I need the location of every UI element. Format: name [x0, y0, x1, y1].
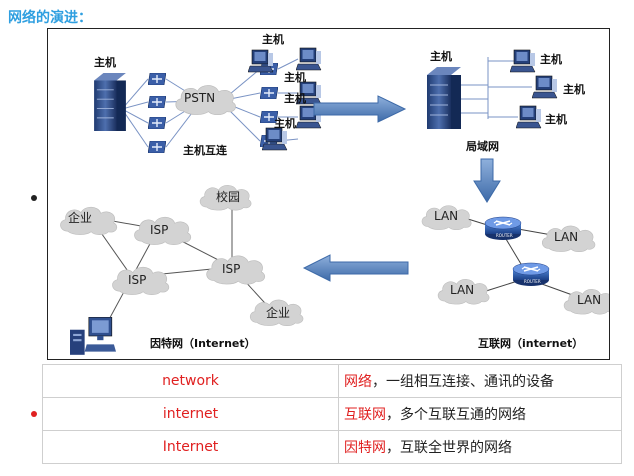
- isp-label: ISP: [128, 273, 146, 287]
- campus-label: 校园: [216, 189, 240, 204]
- description-text: ，多个互联互通的网络: [386, 407, 526, 423]
- description-cell: 网络，一组相互连接、通讯的设备: [338, 364, 622, 398]
- computer-icon: [296, 47, 322, 71]
- switch-icon: [148, 96, 166, 108]
- computer-icon: [248, 49, 274, 73]
- highlight-text: 因特网: [344, 440, 386, 456]
- host-label: 主机: [540, 52, 562, 66]
- switch-icon: [148, 73, 166, 85]
- lan-label: LAN: [554, 230, 578, 244]
- host-label: 主机: [274, 116, 296, 130]
- term-cell: Internet: [42, 430, 339, 464]
- switch-icon: [148, 141, 166, 153]
- lan-area-label: 局域网: [465, 139, 499, 153]
- host-label: 主机: [430, 49, 452, 63]
- switch-icon: [260, 87, 278, 99]
- description-cell: 互联网，多个互联互通的网络: [338, 397, 622, 431]
- highlight-text: 网络: [344, 374, 372, 390]
- table-row: internet 互联网，多个互联互通的网络: [42, 397, 622, 431]
- host-label: 主机: [262, 32, 284, 46]
- table-row: Internet 因特网，互联全世界的网络: [42, 430, 622, 464]
- lan-label: LAN: [450, 283, 474, 297]
- host-label: 主机: [284, 91, 306, 105]
- workstation-icon: [70, 317, 116, 355]
- internet-small-label: 互联网（internet）: [478, 336, 583, 350]
- computer-icon: [262, 127, 288, 151]
- computer-icon: [532, 75, 558, 99]
- host-server-icon: [93, 73, 127, 131]
- computer-icon: [510, 49, 536, 73]
- host-interconnect-section: 主机 主机 主机 主机 主机 PSTN 主机互连: [93, 32, 322, 157]
- isp-label: ISP: [150, 223, 168, 237]
- host-label: 主机: [284, 70, 306, 84]
- page-title: 网络的演进：: [8, 10, 92, 26]
- computer-icon: [516, 105, 542, 129]
- network-evolution-diagram: 主机 主机 主机 主机 主机 PSTN 主机互连 主机 主机 主机 主机 局域网: [47, 28, 610, 360]
- switch-icon: [148, 117, 166, 129]
- router-label: ROUTER: [496, 233, 513, 238]
- description-text: ，一组相互连接、通讯的设备: [372, 374, 554, 390]
- bullet-dot: [31, 195, 37, 201]
- lan-section: 主机 主机 主机 主机 局域网: [426, 49, 585, 153]
- arrow-right-icon: [313, 95, 407, 123]
- highlight-text: 互联网: [344, 407, 386, 423]
- isp-label: ISP: [222, 262, 240, 276]
- host-label: 主机: [94, 55, 116, 69]
- lan-server-icon: [426, 67, 462, 129]
- bullet-dot-red: [31, 411, 37, 417]
- enterprise-label: 企业: [266, 305, 290, 320]
- lan-label: LAN: [434, 209, 458, 223]
- term-cell: network: [42, 364, 339, 398]
- enterprise-label: 企业: [68, 210, 92, 225]
- arrow-down-icon: [473, 158, 501, 203]
- big-internet-section: 企业 校园 ISP ISP ISP 企业 因特网（Internet）: [60, 184, 304, 355]
- description-text: ，互联全世界的网络: [386, 440, 512, 456]
- arrow-left-icon: [302, 254, 409, 282]
- description-cell: 因特网，互联全世界的网络: [338, 430, 622, 464]
- lan-label: LAN: [577, 293, 601, 307]
- interconnect-label: 主机互连: [183, 143, 228, 157]
- internet-section: ROUTER ROUTER LAN LAN LAN LAN 互联网（intern…: [421, 205, 609, 350]
- host-label: 主机: [545, 112, 567, 126]
- definition-table: network 网络，一组相互连接、通讯的设备 internet 互联网，多个互…: [42, 364, 622, 464]
- router-label: ROUTER: [524, 279, 541, 284]
- term-cell: internet: [42, 397, 339, 431]
- table-row: network 网络，一组相互连接、通讯的设备: [42, 364, 622, 398]
- internet-big-label: 因特网（Internet）: [150, 336, 256, 350]
- host-label: 主机: [563, 82, 585, 96]
- pstn-label: PSTN: [184, 91, 215, 105]
